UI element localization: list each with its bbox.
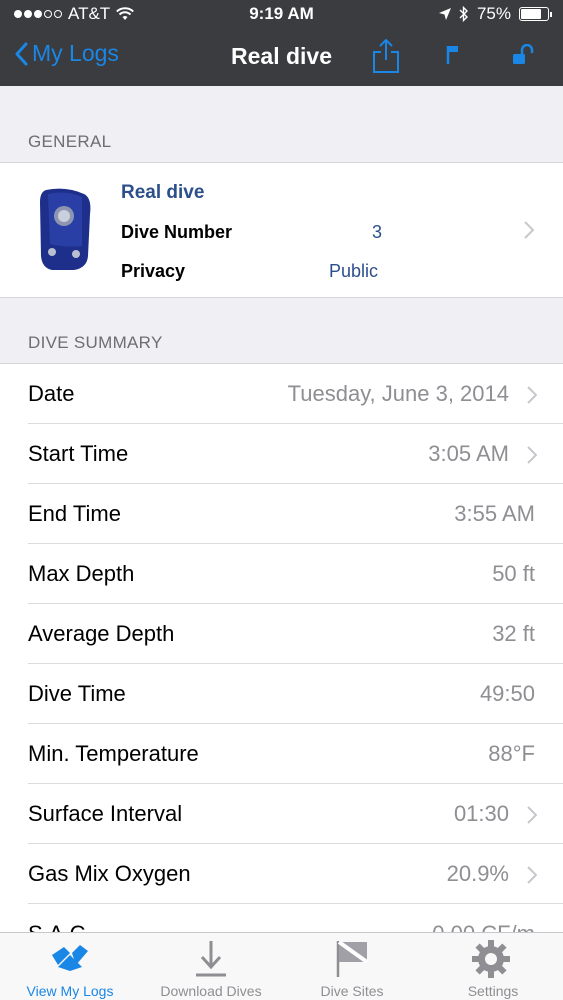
summary-row: End Time 3:55 AM [0,484,563,544]
share-button[interactable] [372,38,400,79]
tab-label: Download Dives [160,983,262,999]
tab-settings[interactable]: Settings [423,933,563,1000]
navigation-bar: My Logs Real dive [0,28,563,86]
general-section-header: GENERAL [0,86,563,162]
summary-row[interactable]: Start Time 3:05 AM [0,424,563,484]
summary-row-label: End Time [28,501,121,526]
dive-summary-section-header: DIVE SUMMARY [0,298,563,363]
chevron-right-icon [527,866,538,889]
summary-row-value: 3:55 AM [454,501,535,526]
battery-icon [519,7,552,21]
location-arrow-icon [438,8,451,20]
flag-button[interactable] [446,44,462,71]
top-bar: AT&T 9:19 AM 75% My Logs Real dive [0,0,563,86]
dive-flag-icon [334,939,370,984]
download-icon [193,939,229,984]
summary-row-label: Surface Interval [28,801,183,826]
chevron-right-icon [527,446,538,469]
tab-label: Dive Sites [320,983,384,999]
bluetooth-icon [459,6,468,22]
summary-row-value: 32 ft [492,621,535,646]
summary-row[interactable]: Date Tuesday, June 3, 2014 [0,364,563,424]
tab-view-my-logs[interactable]: View My Logs [0,933,140,1000]
book-icon [50,943,90,980]
dive-number-value: 3 [372,222,383,242]
chevron-right-icon [527,806,538,829]
dive-summary-list: Date Tuesday, June 3, 2014 Start Time 3:05 … [0,363,563,964]
status-bar: AT&T 9:19 AM 75% [0,0,563,28]
summary-row: Max Depth 50 ft [0,544,563,604]
summary-row: Average Depth 32 ft [0,604,563,664]
dive-computer-icon [38,186,94,277]
status-right: 75% [438,4,552,24]
battery-percent: 75% [476,4,511,23]
summary-row: Min. Temperature 88°F [0,724,563,784]
share-icon [373,38,399,73]
summary-row-label: Min. Temperature [28,741,199,766]
privacy-label: Privacy [121,261,186,281]
summary-row-value: 49:50 [479,681,535,706]
summary-row: Dive Time 49:50 [0,664,563,724]
dive-name: Real dive [121,182,205,203]
lock-button[interactable] [512,43,534,71]
summary-row-value: 20.9% [446,861,509,886]
summary-row-label: Max Depth [28,561,135,586]
dive-summary-header-label: DIVE SUMMARY [28,333,163,352]
gear-icon [471,939,511,984]
dive-number-label: Dive Number [121,222,233,242]
summary-row-value: Tuesday, June 3, 2014 [287,381,509,406]
summary-row[interactable]: Surface Interval 01:30 [0,784,563,844]
summary-row-value: 01:30 [453,801,509,826]
chevron-right-icon [524,221,535,244]
chevron-right-icon [527,386,538,409]
tab-label: Settings [467,983,519,999]
summary-row-value: 3:05 AM [428,441,509,466]
unlock-icon [513,43,534,64]
general-header-label: GENERAL [28,132,112,151]
summary-row-label: Average Depth [28,621,175,646]
tab-bar: View My Logs Download Dives Dive Sites S… [0,932,563,1000]
summary-row-label: Start Time [28,441,129,466]
tab-label: View My Logs [26,983,114,999]
page-title: Real dive [231,43,332,69]
privacy-value: Public [329,261,379,281]
summary-row-label: Date [28,381,75,406]
flag-icon [446,46,458,64]
summary-row-value: 88°F [488,741,535,766]
tab-dive-sites[interactable]: Dive Sites [282,933,422,1000]
summary-row[interactable]: Gas Mix Oxygen 20.9% [0,844,563,904]
summary-row-label: Dive Time [28,681,126,706]
summary-row-value: 50 ft [492,561,535,586]
tab-download-dives[interactable]: Download Dives [141,933,281,1000]
summary-row-label: Gas Mix Oxygen [28,861,191,886]
